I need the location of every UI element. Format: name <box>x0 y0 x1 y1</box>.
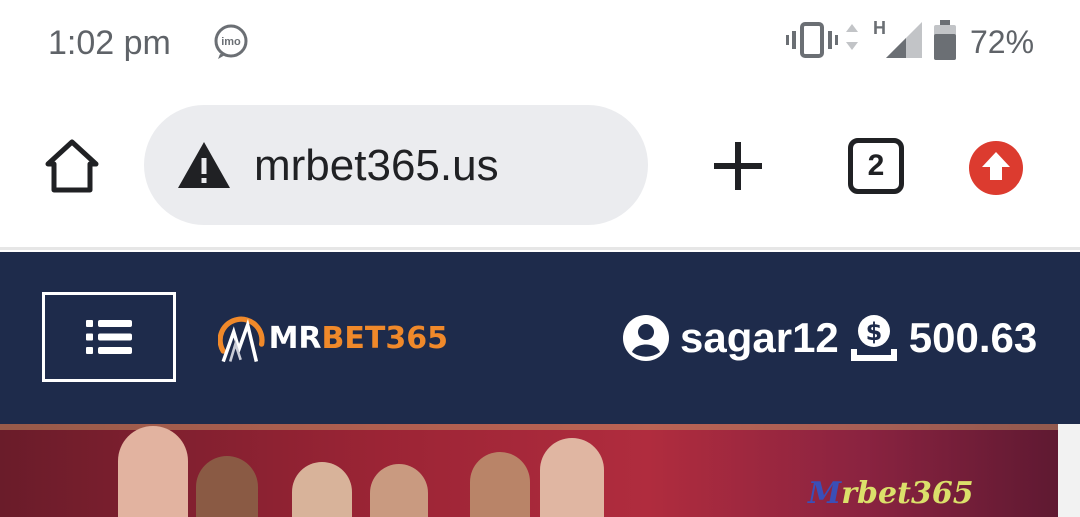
update-icon[interactable] <box>968 140 1024 196</box>
banner-logo-rest: rbet365 <box>841 476 974 511</box>
svg-text:imo: imo <box>221 36 241 48</box>
banner-player-figure <box>292 462 352 517</box>
tab-switcher-button[interactable]: 2 <box>848 138 904 194</box>
site-logo[interactable]: MRBET365 <box>218 302 448 374</box>
url-bar[interactable]: mrbet365.us <box>144 105 648 225</box>
status-bar: 1:02 pm imo H 72% <box>0 0 1080 84</box>
browser-toolbar: mrbet365.us 2 <box>0 84 1080 250</box>
logo-text: MRBET365 <box>269 321 448 356</box>
warning-icon[interactable] <box>176 140 232 190</box>
battery-icon <box>934 20 956 60</box>
new-tab-icon[interactable] <box>708 136 768 196</box>
banner-player-figure <box>370 464 428 517</box>
username[interactable]: sagar12 <box>680 314 839 362</box>
list-icon <box>86 320 132 354</box>
url-text[interactable]: mrbet365.us <box>254 141 499 191</box>
banner-edge <box>1058 424 1080 517</box>
home-icon[interactable] <box>40 134 104 198</box>
logo-text-mr: MR <box>268 320 322 356</box>
network-type-label: H <box>873 18 886 38</box>
banner-player-figure <box>118 426 188 517</box>
mobile-signal-icon: H <box>846 18 922 58</box>
menu-button[interactable] <box>42 292 176 382</box>
promo-banner[interactable]: Mrbet365 <box>0 424 1080 517</box>
banner-player-figure <box>470 452 530 517</box>
banner-logo-first: M <box>808 476 842 511</box>
battery-percent: 72% <box>970 24 1035 60</box>
svg-text:$: $ <box>865 318 882 346</box>
account-balance: 500.63 <box>908 314 1038 361</box>
logo-text-bet: BET365 <box>321 320 448 356</box>
tab-count: 2 <box>867 149 885 182</box>
banner-player-figure <box>196 456 258 517</box>
money-deposit-icon[interactable]: $ <box>849 313 899 363</box>
logo-mark-icon <box>218 316 265 363</box>
imo-icon: imo <box>214 24 248 59</box>
banner-player-figure <box>540 438 604 517</box>
status-time: 1:02 pm <box>48 24 171 62</box>
user-circle-icon[interactable] <box>622 314 670 362</box>
vibrate-icon <box>786 22 838 58</box>
account-area: sagar12 $ 500.63 <box>622 308 1037 368</box>
site-header: MRBET365 sagar12 $ 500.63 <box>0 252 1080 424</box>
banner-logo: Mrbet365 <box>808 476 974 511</box>
